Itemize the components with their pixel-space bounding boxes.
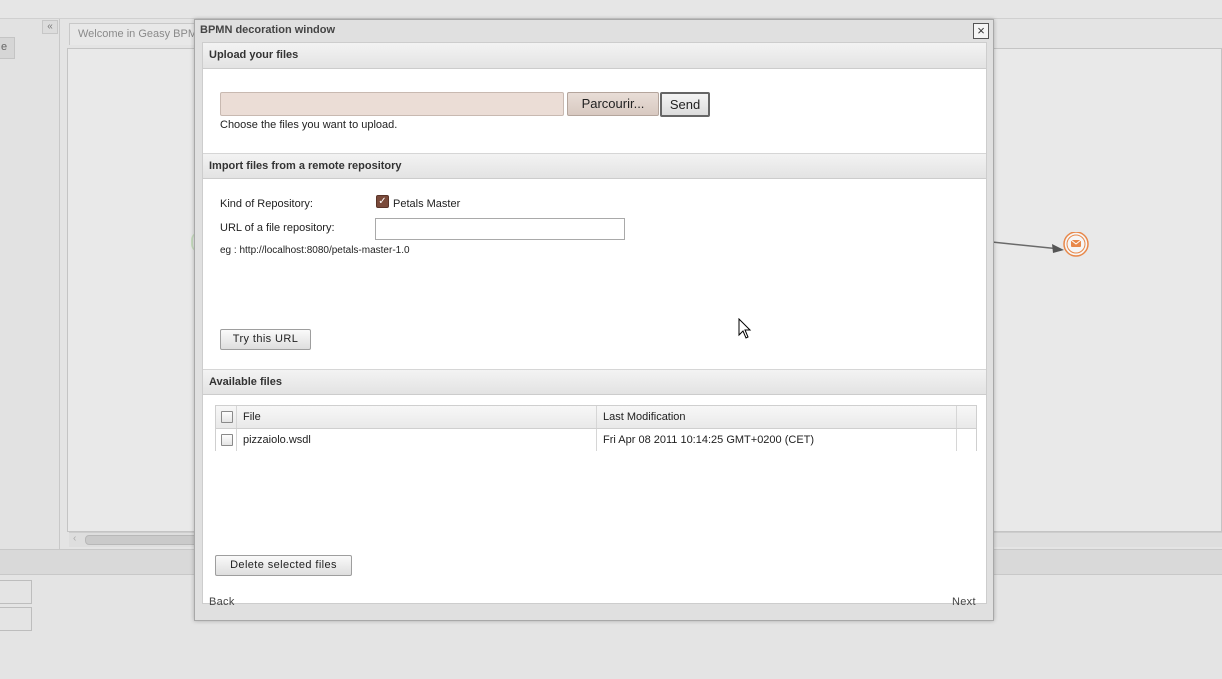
file-name-cell: pizzaiolo.wsdl <box>237 429 597 451</box>
try-url-button[interactable]: Try this URL <box>220 329 311 350</box>
sequence-flow <box>991 232 1089 257</box>
back-button[interactable]: Back <box>209 596 235 608</box>
petals-master-checkbox[interactable]: ✓ <box>376 195 389 208</box>
bpmn-decoration-dialog: BPMN decoration window × Upload your fil… <box>194 19 994 621</box>
upload-hint: Choose the files you want to upload. <box>220 119 398 131</box>
dialog-body: Upload your files Parcourir... Send Choo… <box>202 42 987 604</box>
column-header-menu[interactable] <box>957 406 976 428</box>
sequence-flow-arrowhead <box>1052 244 1064 253</box>
repository-url-input[interactable] <box>375 218 625 240</box>
url-example-text: eg : http://localhost:8080/petals-master… <box>220 245 410 256</box>
column-header-last-modification[interactable]: Last Modification <box>597 406 957 428</box>
select-all-checkbox[interactable] <box>221 411 233 423</box>
next-button[interactable]: Next <box>952 596 976 608</box>
column-header-file[interactable]: File <box>237 406 597 428</box>
editor-tab-welcome[interactable]: Welcome in Geasy BPM <box>69 23 209 45</box>
sequence-flow-line <box>991 241 1061 250</box>
row-select-cell <box>216 429 237 451</box>
send-button[interactable]: Send <box>660 92 710 117</box>
mouse-cursor-icon <box>738 318 752 339</box>
scroll-left-arrow-icon[interactable]: ‹ <box>73 533 76 544</box>
row-checkbox[interactable] <box>221 434 233 446</box>
upload-section-header: Upload your files <box>203 43 986 69</box>
repository-kind-label: Kind of Repository: <box>220 198 313 210</box>
delete-selected-files-button[interactable]: Delete selected files <box>215 555 352 576</box>
last-modification-cell: Fri Apr 08 2011 10:14:25 GMT+0200 (CET) <box>597 429 957 451</box>
available-files-table: File Last Modification pizzaiolo.wsdl Fr… <box>215 405 977 451</box>
close-icon[interactable]: × <box>973 23 989 39</box>
table-header-row: File Last Modification <box>216 406 976 429</box>
left-panel <box>0 19 60 549</box>
app-top-bar <box>0 0 1222 19</box>
collapse-panel-button[interactable]: « <box>42 20 58 34</box>
browse-button[interactable]: Parcourir... <box>567 92 659 116</box>
table-row[interactable]: pizzaiolo.wsdl Fri Apr 08 2011 10:14:25 … <box>216 429 976 451</box>
repository-url-label: URL of a file repository: <box>220 222 335 234</box>
dialog-title: BPMN decoration window <box>200 24 336 36</box>
property-field[interactable] <box>0 580 32 604</box>
import-section-header: Import files from a remote repository <box>203 153 986 179</box>
petals-master-label[interactable]: Petals Master <box>393 198 460 210</box>
select-all-cell <box>216 406 237 428</box>
left-panel-tab[interactable]: e <box>0 37 15 59</box>
available-files-header: Available files <box>203 369 986 395</box>
file-upload-input[interactable] <box>220 92 564 116</box>
property-field[interactable] <box>0 607 32 631</box>
row-extra-cell <box>957 429 976 451</box>
